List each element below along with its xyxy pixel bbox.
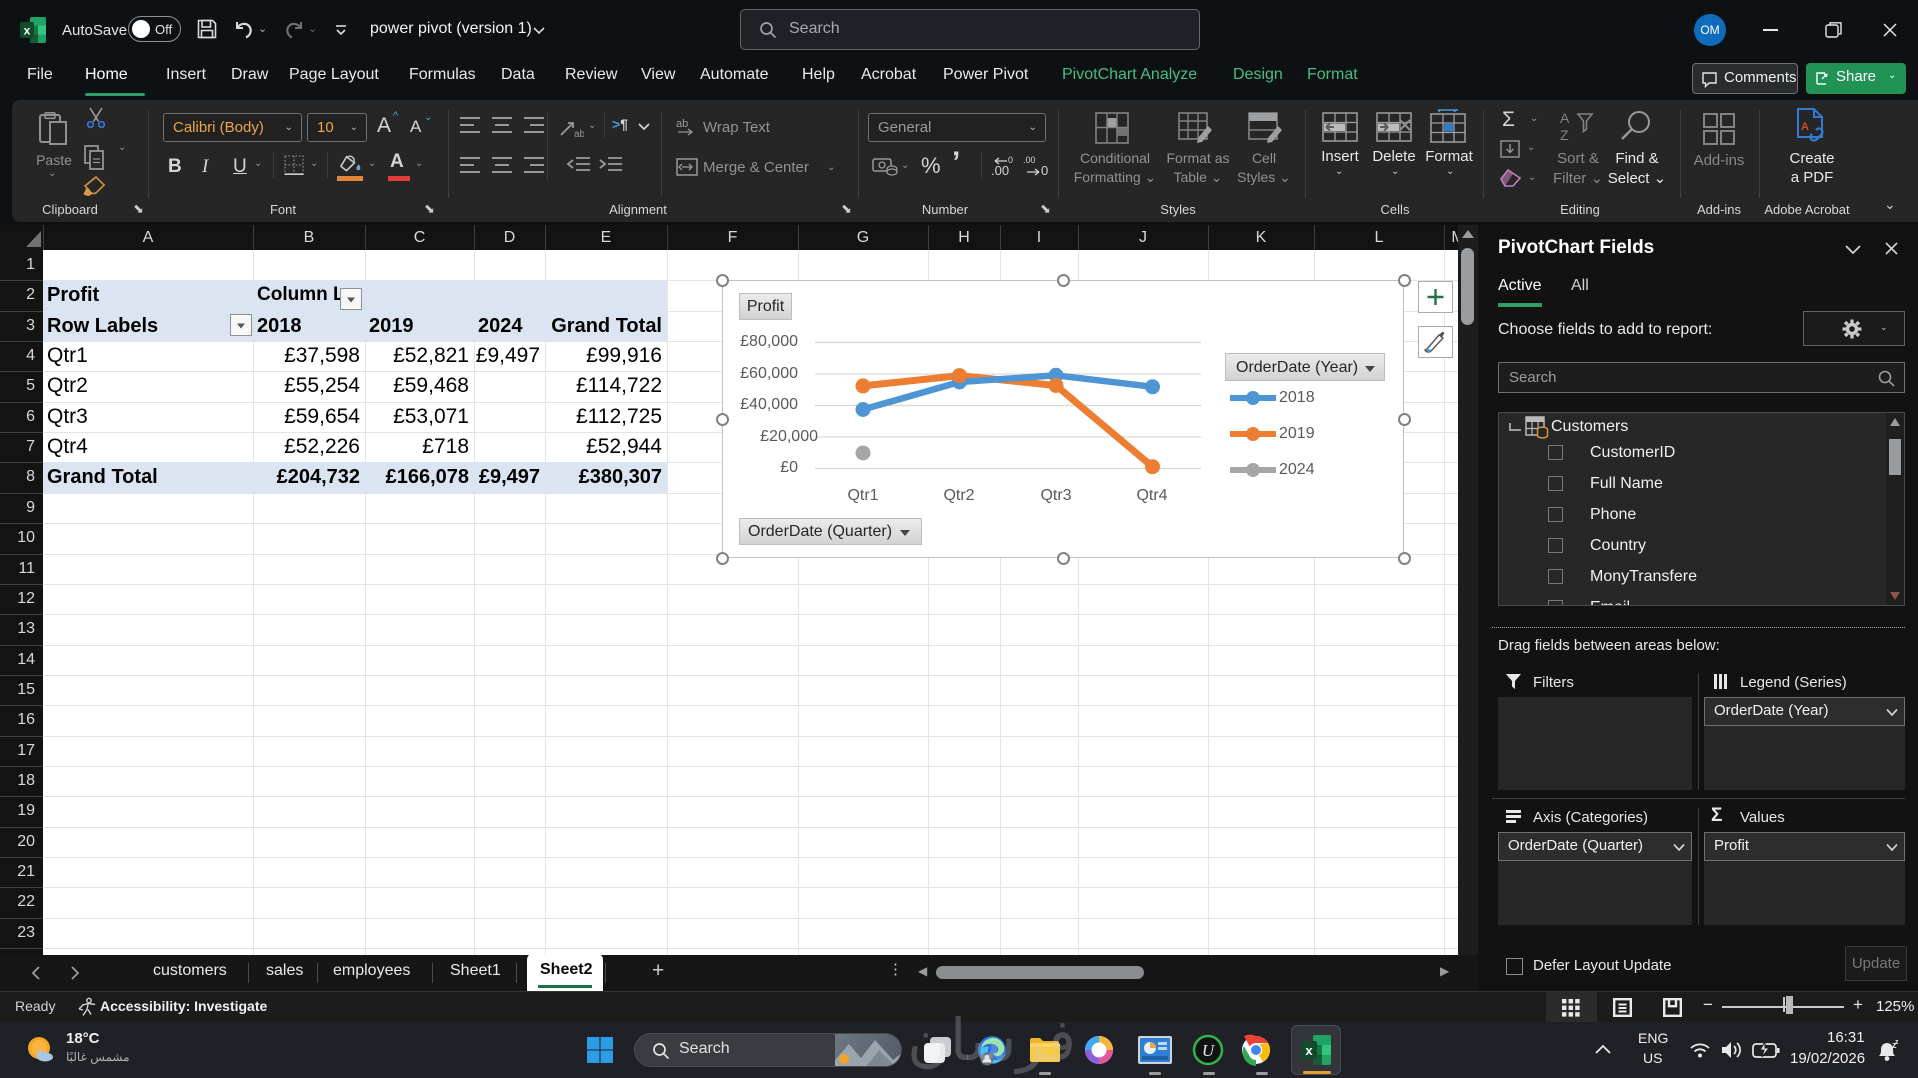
svg-text:ab: ab bbox=[574, 129, 584, 139]
svg-text:0: 0 bbox=[1041, 163, 1048, 177]
svg-text:A: A bbox=[1560, 110, 1570, 126]
svg-text:z: z bbox=[1895, 1039, 1899, 1046]
svg-text:A: A bbox=[1801, 121, 1809, 133]
svg-text:.00: .00 bbox=[991, 163, 1009, 177]
svg-text:0: 0 bbox=[1008, 155, 1013, 165]
svg-text:U: U bbox=[1202, 1041, 1216, 1060]
svg-text:.00: .00 bbox=[1023, 155, 1036, 165]
svg-text:Z: Z bbox=[1560, 127, 1569, 143]
svg-text:x: x bbox=[1305, 1043, 1313, 1058]
svg-text:ab: ab bbox=[676, 118, 688, 130]
svg-text:x: x bbox=[24, 24, 31, 38]
